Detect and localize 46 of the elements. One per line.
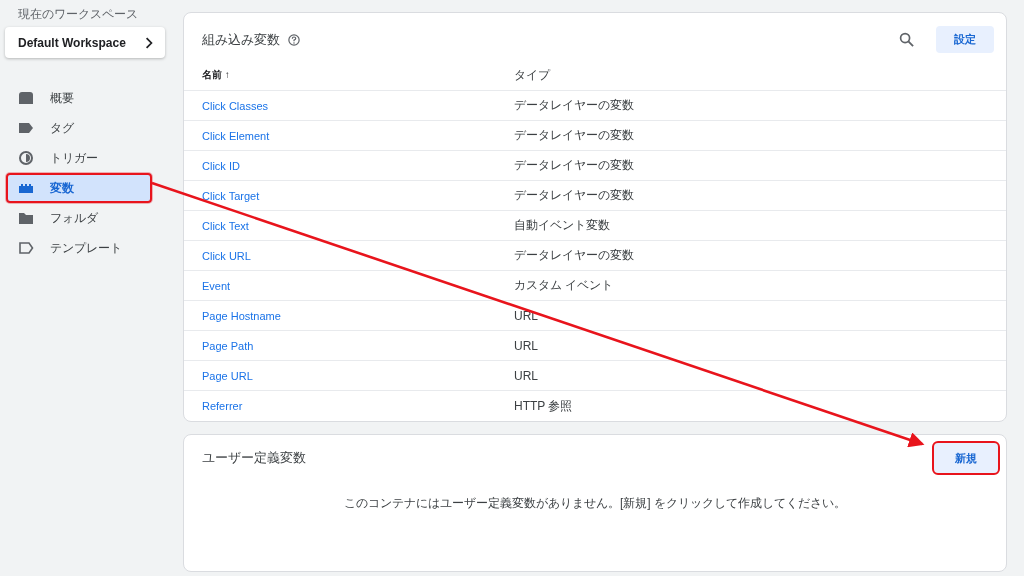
table-cell: データレイヤーの変数	[514, 157, 634, 174]
nav-item[interactable]: トリガー	[0, 143, 178, 173]
variable-link[interactable]: Page URL	[202, 369, 514, 382]
card-title: 組み込み変数	[202, 30, 280, 49]
variable-link[interactable]: Click ID	[202, 159, 514, 172]
table-cell: URL	[514, 338, 538, 353]
variable-link[interactable]: Click Target	[202, 189, 514, 202]
variable-link[interactable]: Event	[202, 279, 514, 292]
variable-link[interactable]: Referrer	[202, 400, 514, 412]
nav-item[interactable]: 変数	[6, 173, 152, 203]
settings-button[interactable]: 設定	[936, 26, 994, 53]
tag-outline-icon	[18, 241, 34, 255]
column-header[interactable]: 名前 ↑	[202, 68, 514, 82]
nav-item[interactable]: テンプレート	[0, 233, 178, 263]
workspace-label: 現在のワークスペース	[18, 6, 139, 23]
empty-message: このコンテナにはユーザー定義変数がありません。[新規] をクリックして作成してください。	[343, 495, 847, 512]
tag-icon	[18, 121, 34, 135]
variable-link[interactable]: Click Element	[202, 129, 514, 142]
table-cell: 自動イベント変数	[514, 217, 610, 234]
table-cell: HTTP 参照	[514, 397, 573, 415]
nav-item[interactable]: タグ	[0, 113, 178, 143]
table-cell: データレイヤーの変数	[514, 247, 634, 264]
search-icon[interactable]	[899, 32, 914, 47]
variable-link[interactable]: Page Hostname	[202, 309, 514, 322]
variable-link[interactable]: Click URL	[202, 249, 514, 262]
blocks-icon	[18, 181, 34, 195]
variable-link[interactable]: Click Classes	[202, 99, 514, 112]
table-cell: データレイヤーの変数	[514, 97, 634, 114]
table-cell: URL	[514, 368, 538, 383]
table-cell: URL	[514, 308, 538, 323]
tray-icon	[18, 91, 34, 105]
card-title: ユーザー定義変数	[202, 449, 306, 467]
folder-icon	[18, 211, 34, 225]
table-cell: カスタム イベント	[514, 277, 614, 294]
table-cell: データレイヤーの変数	[514, 127, 634, 144]
column-header: タイプ	[514, 66, 550, 84]
trigger-icon	[18, 151, 34, 165]
help-icon[interactable]	[288, 33, 300, 46]
table-cell: データレイヤーの変数	[514, 187, 634, 204]
variable-link[interactable]: Page Path	[202, 339, 514, 352]
workspace-selector[interactable]: Default Workspace	[5, 27, 165, 58]
chevron-right-icon	[145, 36, 153, 49]
new-button[interactable]: 新規	[934, 443, 998, 473]
nav-item[interactable]: フォルダ	[0, 203, 178, 233]
nav-item[interactable]: 概要	[0, 83, 178, 113]
variable-link[interactable]: Click Text	[202, 219, 514, 232]
